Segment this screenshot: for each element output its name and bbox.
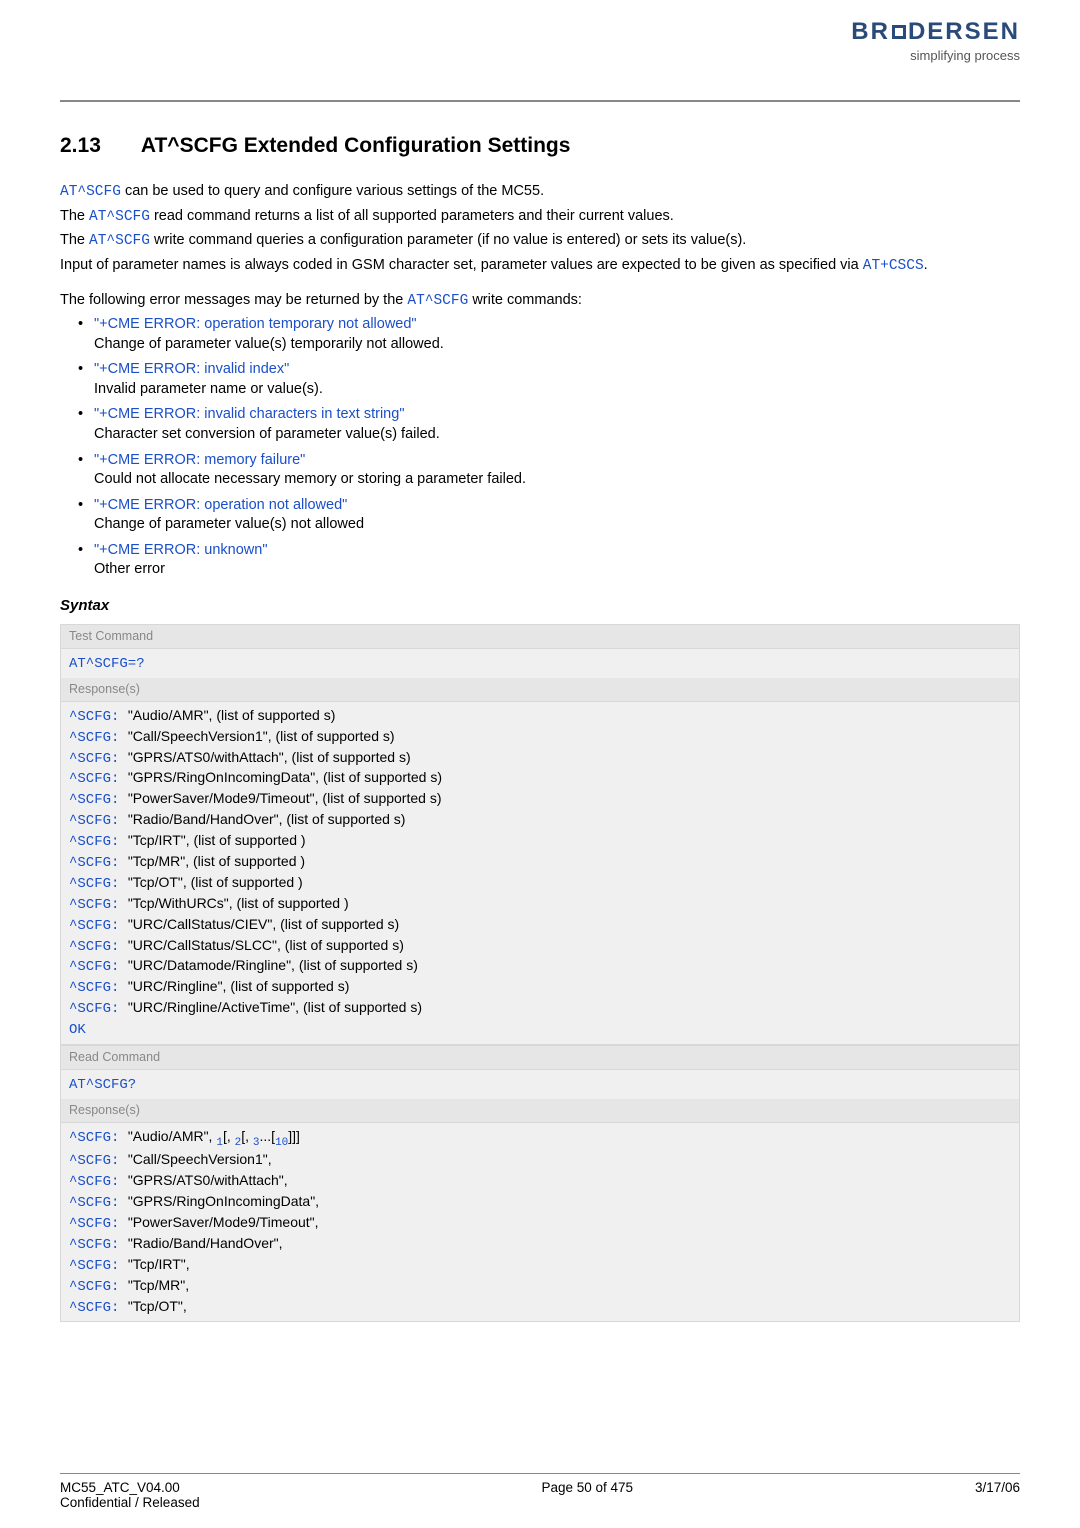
error-description: Could not allocate necessary memory or s… (94, 470, 1020, 490)
test-response-line: ^SCFG: "Tcp/IRT", (list of supported ) (69, 831, 1011, 852)
test-command: AT^SCFG=? (69, 656, 145, 672)
section-number: 2.13 (60, 132, 101, 160)
test-response-line: ^SCFG: "Call/SpeechVersion1", (list of s… (69, 727, 1011, 748)
test-response-line: ^SCFG: "Audio/AMR", (list of supported s… (69, 706, 1011, 727)
read-response-line-amr: ^SCFG: "Audio/AMR", 1[, 2[, 3...[10]]] (69, 1127, 1011, 1151)
logo: BRDERSEN simplifying process (851, 18, 1020, 63)
error-item: "+CME ERROR: invalid index"Invalid param… (78, 360, 1020, 399)
read-command: AT^SCFG? (69, 1077, 136, 1093)
error-description: Change of parameter value(s) not allowed (94, 515, 1020, 535)
test-response-line: ^SCFG: "Tcp/WithURCs", (list of supporte… (69, 894, 1011, 915)
test-command-label: Test Command (61, 625, 1019, 649)
logo-tagline: simplifying process (851, 48, 1020, 63)
logo-word: BRDERSEN (851, 18, 1020, 46)
read-response-line: ^SCFG: "Call/SpeechVersion1", (69, 1150, 1011, 1171)
error-intro: The following error messages may be retu… (60, 291, 1020, 580)
intro-line-4: Input of parameter names is always coded… (60, 256, 1020, 277)
test-response-line: ^SCFG: "PowerSaver/Mode9/Timeout", (list… (69, 789, 1011, 810)
test-response-line: ^SCFG: "URC/Ringline/ActiveTime", (list … (69, 998, 1011, 1019)
syntax-heading: Syntax (60, 596, 1020, 616)
error-item: "+CME ERROR: memory failure"Could not al… (78, 451, 1020, 490)
logo-square-icon (892, 25, 906, 39)
error-item: "+CME ERROR: unknown"Other error (78, 541, 1020, 580)
read-response-body: ^SCFG: "Audio/AMR", 1[, 2[, 3...[10]]]^S… (61, 1123, 1019, 1322)
content: 2.13 AT^SCFG Extended Configuration Setti… (0, 102, 1080, 1332)
section-heading: AT^SCFG Extended Configuration Settings (141, 134, 571, 157)
error-message: "+CME ERROR: invalid index" (94, 360, 1020, 380)
error-message: "+CME ERROR: invalid characters in text … (94, 405, 1020, 425)
test-response-line: ^SCFG: "URC/Ringline", (list of supporte… (69, 977, 1011, 998)
test-response-line: ^SCFG: "Tcp/OT", (list of supported ) (69, 873, 1011, 894)
error-description: Character set conversion of parameter va… (94, 425, 1020, 445)
error-item: "+CME ERROR: operation not allowed"Chang… (78, 496, 1020, 535)
intro-line-1: AT^SCFG can be used to query and configu… (60, 182, 1020, 203)
read-response-line: ^SCFG: "Tcp/OT", (69, 1297, 1011, 1318)
read-response-line: ^SCFG: "GPRS/ATS0/withAttach", (69, 1171, 1011, 1192)
test-response-line: ^SCFG: "Radio/Band/HandOver", (list of s… (69, 810, 1011, 831)
intro-line-3: The AT^SCFG write command queries a conf… (60, 231, 1020, 252)
read-response-line: ^SCFG: "Tcp/IRT", (69, 1255, 1011, 1276)
test-response-line: ^SCFG: "GPRS/RingOnIncomingData", (list … (69, 768, 1011, 789)
read-response-line: ^SCFG: "Tcp/MR", (69, 1276, 1011, 1297)
test-response-line: ^SCFG: "URC/Datamode/Ringline", (list of… (69, 956, 1011, 977)
intro-line-2: The AT^SCFG read command returns a list … (60, 207, 1020, 228)
footer-right: 3/17/06 (975, 1480, 1020, 1510)
footer-left: MC55_ATC_V04.00 Confidential / Released (60, 1480, 200, 1510)
error-description: Invalid parameter name or value(s). (94, 380, 1020, 400)
error-message: "+CME ERROR: operation not allowed" (94, 496, 1020, 516)
test-command-box: Test Command AT^SCFG=? Response(s) ^SCFG… (60, 624, 1020, 1045)
read-response-line: ^SCFG: "PowerSaver/Mode9/Timeout", (69, 1213, 1011, 1234)
section-title: 2.13 AT^SCFG Extended Configuration Setti… (60, 132, 1020, 160)
read-response-line: ^SCFG: "GPRS/RingOnIncomingData", (69, 1192, 1011, 1213)
intro-paragraph: AT^SCFG can be used to query and configu… (60, 182, 1020, 276)
error-list: "+CME ERROR: operation temporary not all… (60, 315, 1020, 580)
error-description: Change of parameter value(s) temporarily… (94, 335, 1020, 355)
error-message: "+CME ERROR: operation temporary not all… (94, 315, 1020, 335)
test-response-body: ^SCFG: "Audio/AMR", (list of supported s… (61, 702, 1019, 1044)
read-command-label: Read Command (61, 1046, 1019, 1070)
footer-center: Page 50 of 475 (541, 1480, 633, 1510)
page-footer: MC55_ATC_V04.00 Confidential / Released … (60, 1473, 1020, 1510)
test-response-line: ^SCFG: "Tcp/MR", (list of supported ) (69, 852, 1011, 873)
test-response-line: ^SCFG: "GPRS/ATS0/withAttach", (list of … (69, 748, 1011, 769)
page-header: BRDERSEN simplifying process (0, 0, 1080, 100)
test-response-line: ^SCFG: "URC/CallStatus/CIEV", (list of s… (69, 915, 1011, 936)
test-response-ok: OK (69, 1019, 1011, 1040)
test-response-line: ^SCFG: "URC/CallStatus/SLCC", (list of s… (69, 936, 1011, 957)
read-command-box: Read Command AT^SCFG? Response(s) ^SCFG:… (60, 1045, 1020, 1322)
error-message: "+CME ERROR: unknown" (94, 541, 1020, 561)
error-message: "+CME ERROR: memory failure" (94, 451, 1020, 471)
read-response-label: Response(s) (61, 1099, 1019, 1123)
error-description: Other error (94, 560, 1020, 580)
error-item: "+CME ERROR: operation temporary not all… (78, 315, 1020, 354)
test-response-label: Response(s) (61, 678, 1019, 702)
read-response-line: ^SCFG: "Radio/Band/HandOver", (69, 1234, 1011, 1255)
footer-rule (60, 1473, 1020, 1474)
error-item: "+CME ERROR: invalid characters in text … (78, 405, 1020, 444)
